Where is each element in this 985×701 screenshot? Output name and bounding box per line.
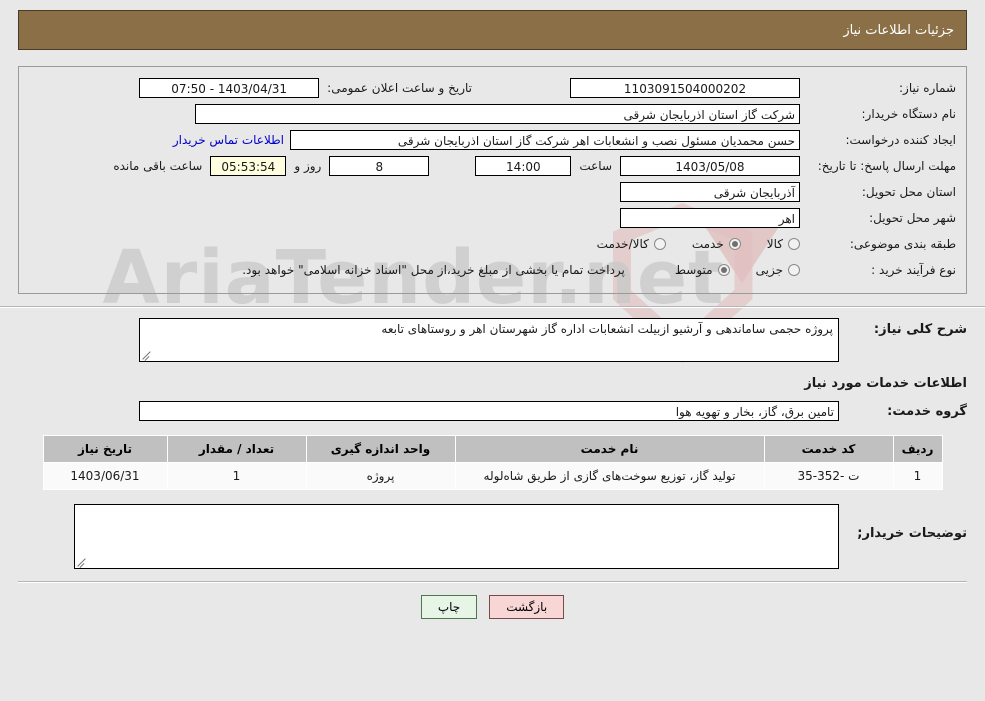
requester-value: حسن محمدیان مسئول نصب و انشعابات اهر شرک… [290, 130, 800, 150]
row-summary: شرح کلی نیاز: پروژه حجمی ساماندهی و آرشی… [18, 318, 967, 362]
deadline-label: مهلت ارسال پاسخ: تا تاریخ: [817, 159, 956, 173]
row-buyer-notes: توضیحات خریدار; [18, 504, 967, 569]
process-option-jozii[interactable]: جزیی [756, 263, 800, 277]
summary-value: پروژه حجمی ساماندهی و آرشیو ازبیلت انشعا… [381, 322, 833, 336]
buyer-notes-label: توضیحات خریدار; [857, 526, 967, 541]
need-number-label: شماره نیاز: [899, 81, 956, 95]
province-label: استان محل تحویل: [861, 185, 956, 199]
row-requester: ایجاد کننده درخواست: حسن محمدیان مسئول ن… [29, 129, 956, 151]
radio-icon[interactable] [788, 264, 800, 276]
city-value: اهر [620, 208, 800, 228]
category-option-kala[interactable]: کالا [767, 237, 800, 251]
summary-textarea[interactable]: پروژه حجمی ساماندهی و آرشیو ازبیلت انشعا… [139, 318, 839, 362]
col-code: کد خدمت [763, 435, 894, 463]
category-option-label: کالا [766, 237, 783, 251]
payment-note: پرداخت تمام یا بخشی از مبلغ خرید،از محل … [242, 263, 625, 277]
table-row: 1 ت -352-35 تولید گاز، توزیع سوخت‌های گا… [42, 462, 943, 490]
row-category: طبقه بندی موضوعی: کالا خدمت کالا/خدمت [29, 233, 956, 255]
category-label: طبقه بندی موضوعی: [849, 237, 956, 251]
col-unit: واحد اندازه گیری [305, 435, 456, 463]
section-divider-top [0, 306, 985, 308]
row-city: شهر محل تحویل: اهر [29, 207, 956, 229]
countdown-value: 05:53:54 [210, 156, 287, 176]
resize-grip-icon[interactable] [77, 557, 87, 567]
category-option-kala-khedmat[interactable]: کالا/خدمت [597, 237, 666, 251]
summary-label: شرح کلی نیاز: [873, 322, 967, 337]
days-remaining-value: 8 [329, 156, 430, 176]
cell-code: ت -352-35 [763, 462, 894, 490]
resize-grip-icon[interactable] [142, 350, 152, 360]
deadline-time-value: 14:00 [475, 156, 572, 176]
row-process-type: نوع فرآیند خرید : جزیی متوسط پرداخت تمام… [29, 259, 956, 281]
section-divider-bottom [18, 581, 967, 583]
cell-quantity: 1 [166, 462, 307, 490]
cell-unit: پروژه [305, 462, 456, 490]
services-section: شرح کلی نیاز: پروژه حجمی ساماندهی و آرشی… [18, 318, 967, 569]
cell-name: تولید گاز، توزیع سوخت‌های گازی از طریق ش… [454, 462, 765, 490]
page-title: جزئیات اطلاعات نیاز [843, 22, 954, 38]
deadline-date-value: 1403/05/08 [620, 156, 800, 176]
row-service-group: گروه خدمت: تامین برق، گاز، بخار و تهویه … [18, 401, 967, 421]
row-province: استان محل تحویل: آذربایجان شرقی [29, 181, 956, 203]
services-heading: اطلاعات خدمات مورد نیاز [804, 376, 967, 391]
page-root: جزئیات اطلاعات نیاز شماره نیاز: 11030915… [0, 10, 985, 619]
page-header-bar: جزئیات اطلاعات نیاز [18, 10, 967, 50]
hour-label: ساعت [579, 159, 612, 173]
countdown-label: ساعت باقی مانده [113, 159, 203, 173]
services-table: ردیف کد خدمت نام خدمت واحد اندازه گیری ت… [42, 435, 943, 490]
radio-icon-selected[interactable] [717, 264, 730, 276]
buyer-contact-link[interactable]: اطلاعات تماس خریدار [173, 133, 290, 147]
service-group-value: تامین برق، گاز، بخار و تهویه هوا [139, 401, 839, 421]
days-label: روز و [294, 159, 322, 173]
cell-index: 1 [892, 462, 943, 490]
row-buyer-org: نام دستگاه خریدار: شرکت گاز استان اذربای… [29, 103, 956, 125]
buyer-org-label: نام دستگاه خریدار: [861, 107, 957, 121]
category-option-label: خدمت [691, 237, 724, 251]
need-details-panel: شماره نیاز: 1103091504000202 تاریخ و ساع… [18, 66, 967, 294]
buyer-notes-textarea[interactable] [74, 504, 839, 569]
radio-icon[interactable] [653, 238, 666, 250]
category-option-label: کالا/خدمت [596, 237, 649, 251]
category-radio-group: کالا خدمت کالا/خدمت [571, 237, 800, 251]
radio-icon-selected[interactable] [728, 238, 741, 250]
process-type-label: نوع فرآیند خرید : [871, 263, 956, 277]
print-button[interactable]: چاپ [420, 595, 478, 619]
process-option-label: متوسط [674, 263, 713, 277]
city-label: شهر محل تحویل: [869, 211, 956, 225]
process-option-label: جزیی [755, 263, 783, 277]
table-header-row: ردیف کد خدمت نام خدمت واحد اندازه گیری ت… [42, 435, 943, 463]
row-need-number: شماره نیاز: 1103091504000202 تاریخ و ساع… [29, 77, 956, 99]
province-value: آذربایجان شرقی [620, 182, 800, 202]
col-date: تاریخ نیاز [42, 435, 168, 463]
radio-icon[interactable] [788, 238, 800, 250]
button-bar: بازگشت چاپ [0, 595, 985, 619]
col-index: ردیف [892, 435, 943, 463]
category-option-khedmat[interactable]: خدمت [692, 237, 741, 251]
cell-date: 1403/06/31 [42, 462, 168, 490]
buyer-org-value: شرکت گاز استان اذربایجان شرقی [195, 104, 800, 124]
announce-datetime-label: تاریخ و ساعت اعلان عمومی: [327, 81, 472, 95]
process-option-motevaset[interactable]: متوسط [675, 263, 730, 277]
service-group-label: گروه خدمت: [887, 403, 967, 419]
col-quantity: تعداد / مقدار [166, 435, 307, 463]
process-type-radio-group: جزیی متوسط [649, 263, 800, 277]
need-number-value: 1103091504000202 [570, 78, 800, 98]
row-deadline: مهلت ارسال پاسخ: تا تاریخ: 1403/05/08 سا… [29, 155, 956, 177]
requester-label: ایجاد کننده درخواست: [845, 133, 956, 147]
announce-datetime-value: 1403/04/31 - 07:50 [139, 78, 320, 98]
back-button[interactable]: بازگشت [489, 595, 565, 619]
col-name: نام خدمت [454, 435, 765, 463]
